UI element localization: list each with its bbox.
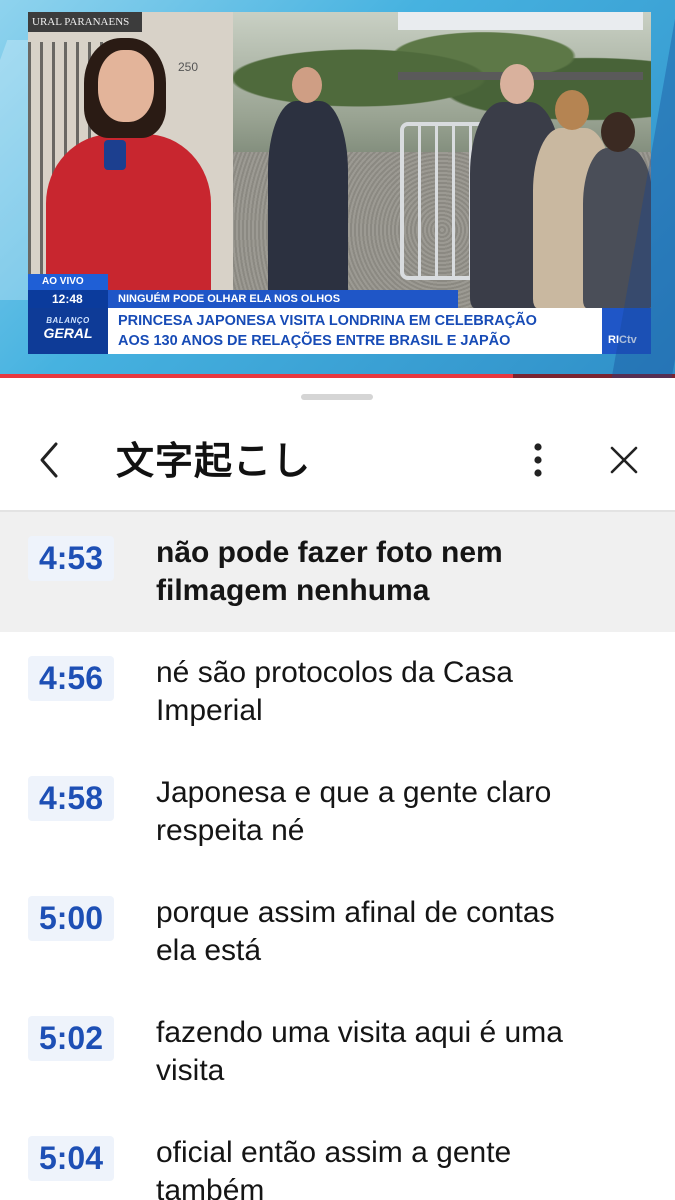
video-player[interactable]: URAL PARANAENS 250 AO VIVO 12:48 NINGUÉM…	[0, 0, 675, 378]
transcript-row[interactable]: 5:04 oficial então assim a gente também	[0, 1112, 675, 1200]
live-badge: AO VIVO	[28, 274, 108, 290]
timestamp-button[interactable]: 5:04	[28, 1136, 114, 1181]
timestamp-button[interactable]: 5:02	[28, 1016, 114, 1061]
wall-sign: URAL PARANAENS	[28, 12, 142, 32]
microphone	[104, 140, 126, 170]
person-right	[583, 112, 651, 308]
timestamp-button[interactable]: 5:00	[28, 896, 114, 941]
reporter	[46, 38, 211, 308]
vertical-dots-icon[interactable]	[520, 440, 556, 480]
program-logo-line1: BALANÇO	[46, 316, 90, 325]
transcript-text: fazendo uma visita aqui é uma visita	[156, 1014, 651, 1090]
walking-man	[268, 67, 348, 302]
drag-handle[interactable]	[301, 394, 373, 400]
transcript-row[interactable]: 4:58 Japonesa e que a gente claro respei…	[0, 752, 675, 872]
timestamp-button[interactable]: 4:56	[28, 656, 114, 701]
timestamp-button[interactable]: 4:53	[28, 536, 114, 581]
transcript-row[interactable]: 4:56 né são protocolos da Casa Imperial	[0, 632, 675, 752]
transcript-line: oficial então assim a gente	[156, 1136, 512, 1169]
transcript-text: porque assim afinal de contas ela está	[156, 894, 651, 970]
transcript-sheet: 文字起こし 4:53 não pode fazer foto nem filma…	[0, 378, 675, 1200]
transcript-text: oficial então assim a gente também	[156, 1134, 651, 1200]
transcript-text: não pode fazer foto nem filmagem nenhuma	[156, 534, 651, 610]
news-headline: PRINCESA JAPONESA VISITA LONDRINA EM CEL…	[108, 308, 602, 354]
transcript-row[interactable]: 4:53 não pode fazer foto nem filmagem ne…	[0, 512, 675, 632]
news-tagline: NINGUÉM PODE OLHAR ELA NOS OLHOS	[108, 290, 458, 308]
transcript-text: né são protocolos da Casa Imperial	[156, 654, 651, 730]
transcript-line: também	[156, 1174, 265, 1200]
transcript-line: porque assim afinal de contas	[156, 896, 555, 929]
transcript-text: Japonesa e que a gente claro respeita né	[156, 774, 651, 850]
program-logo-line2: GERAL	[43, 325, 93, 341]
channel-logo: RICtv	[602, 308, 651, 354]
transcript-line: Imperial	[156, 694, 263, 727]
transcript-line: não pode fazer foto nem	[156, 536, 503, 569]
close-icon[interactable]	[604, 440, 644, 480]
transcript-line: respeita né	[156, 814, 305, 847]
headline-line2: AOS 130 ANOS DE RELAÇÕES ENTRE BRASIL E …	[118, 333, 511, 349]
headline-line1: PRINCESA JAPONESA VISITA LONDRINA EM CEL…	[118, 313, 537, 329]
transcript-line: fazendo uma visita aqui é uma	[156, 1016, 563, 1049]
transcript-line: né são protocolos da Casa	[156, 656, 513, 689]
transcript-row[interactable]: 5:00 porque assim afinal de contas ela e…	[0, 872, 675, 992]
timestamp-button[interactable]: 4:58	[28, 776, 114, 821]
chevron-left-icon[interactable]	[30, 440, 70, 480]
broadcast-clock: 12:48	[28, 290, 108, 308]
sheet-title: 文字起こし	[116, 439, 312, 483]
transcript-line: ela está	[156, 934, 262, 967]
program-logo: BALANÇO GERAL	[28, 308, 108, 354]
transcript-line: filmagem nenhuma	[156, 574, 430, 607]
sheet-header: 文字起こし	[0, 406, 675, 510]
transcript-list: 4:53 não pode fazer foto nem filmagem ne…	[0, 512, 675, 1200]
transcript-line: Japonesa e que a gente claro	[156, 776, 552, 809]
video-frame[interactable]: URAL PARANAENS 250	[28, 12, 651, 308]
transcript-row[interactable]: 5:02 fazendo uma visita aqui é uma visit…	[0, 992, 675, 1112]
transcript-line: visita	[156, 1054, 225, 1087]
